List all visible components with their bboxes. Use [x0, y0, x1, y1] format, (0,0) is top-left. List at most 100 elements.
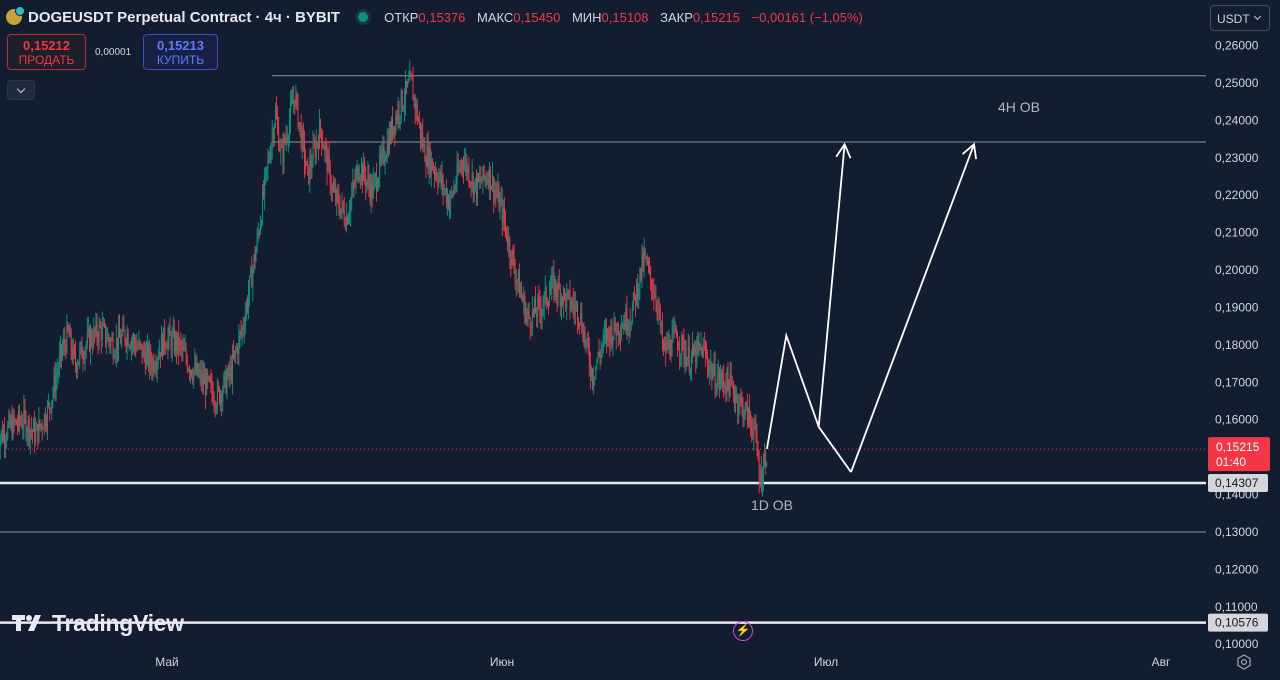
- candle: [480, 166, 482, 189]
- candle-body: [507, 238, 509, 247]
- price-chart[interactable]: 4H OB 1D OB 0,260000,250000,240000,230000…: [0, 0, 1280, 680]
- candle: [335, 178, 337, 207]
- candle-body: [314, 145, 316, 158]
- candle-body: [220, 393, 222, 403]
- candle: [438, 167, 440, 189]
- candle: [577, 300, 578, 335]
- candle-body: [749, 408, 750, 420]
- currency-select[interactable]: USDT: [1210, 5, 1270, 31]
- projection-arrow[interactable]: [766, 144, 846, 450]
- gear-icon[interactable]: [1236, 654, 1252, 670]
- candle-body: [150, 349, 152, 365]
- candle: [643, 237, 645, 278]
- candle: [536, 306, 538, 327]
- candle: [695, 340, 697, 374]
- candle-body: [691, 354, 692, 370]
- candle-body: [75, 353, 76, 365]
- candle-body: [385, 157, 387, 161]
- candle: [716, 363, 718, 396]
- candle-body: [728, 381, 730, 397]
- candle-body: [671, 333, 673, 357]
- candle: [38, 407, 40, 444]
- candle: [46, 414, 47, 433]
- candle-body: [420, 122, 421, 139]
- candle: [492, 162, 494, 193]
- candle-body: [757, 450, 759, 461]
- candle-body: [135, 344, 137, 351]
- annotation-label[interactable]: 1D OB: [751, 497, 793, 513]
- candle-body: [585, 340, 587, 344]
- candle-body: [86, 331, 88, 344]
- candle: [568, 289, 570, 301]
- candle: [477, 171, 478, 207]
- candle-body: [427, 146, 429, 170]
- dogecoin-icon: [6, 6, 25, 25]
- candle: [532, 308, 534, 318]
- buy-button[interactable]: 0,15213 КУПИТЬ: [143, 34, 218, 70]
- candle-body: [324, 145, 326, 151]
- candle-body: [140, 343, 142, 345]
- time-axis[interactable]: Май Июн Июл Авг: [155, 655, 1171, 669]
- candle-body: [353, 182, 355, 184]
- candle-body: [268, 159, 270, 161]
- candle-body: [206, 372, 208, 395]
- lightning-icon[interactable]: ⚡: [733, 621, 753, 641]
- candle-body: [710, 364, 712, 368]
- candle-body: [592, 369, 593, 384]
- candle-body: [243, 328, 245, 330]
- candle: [661, 312, 663, 352]
- candle-body: [299, 122, 301, 125]
- candle: [356, 160, 358, 181]
- candle-body: [205, 377, 206, 395]
- candle: [667, 332, 669, 351]
- candle: [87, 316, 89, 338]
- candle-body: [15, 420, 17, 425]
- candle: [247, 295, 248, 315]
- candle: [421, 123, 423, 149]
- candle: [134, 333, 136, 356]
- candle-body: [142, 347, 144, 358]
- candle: [468, 157, 470, 188]
- candle-body: [403, 102, 405, 108]
- candle-body: [496, 193, 498, 197]
- candle: [742, 397, 744, 428]
- candle: [694, 339, 696, 356]
- tradingview-logo[interactable]: TradingView: [12, 609, 184, 637]
- candle: [180, 332, 182, 357]
- y-tick-label: 0,10000: [1215, 637, 1259, 651]
- candle-body: [740, 397, 742, 400]
- candle-body: [429, 147, 431, 175]
- market-status-icon[interactable]: [358, 12, 369, 22]
- candle: [149, 339, 151, 380]
- candle-body: [89, 328, 90, 351]
- candle-body: [223, 375, 225, 391]
- candle-body: [456, 164, 458, 185]
- candle: [101, 311, 103, 347]
- candle-body: [199, 370, 201, 373]
- annotation-label[interactable]: 4H OB: [998, 99, 1040, 115]
- candle: [637, 274, 639, 309]
- candle-body: [605, 329, 606, 333]
- candle-body: [141, 343, 143, 358]
- candle: [219, 386, 220, 406]
- candle-body: [623, 322, 625, 329]
- candle-body: [689, 369, 691, 373]
- symbol-title[interactable]: DOGEUSDT Perpetual Contract · 4ч · BYBIT: [28, 9, 340, 26]
- candle-body: [112, 338, 114, 358]
- candle-body: [337, 190, 339, 196]
- candle: [85, 340, 87, 359]
- projection-arrow-alt[interactable]: [850, 143, 975, 473]
- candle-body: [166, 347, 168, 349]
- collapse-legend-button[interactable]: [7, 80, 35, 100]
- candle-body: [552, 273, 554, 277]
- candle-body: [169, 327, 171, 336]
- price-axis[interactable]: 0,26000 0,25000 0,24000 0,23000 0,22000 0,210…: [1208, 39, 1270, 652]
- candle-body: [415, 104, 417, 111]
- candle: [236, 343, 238, 354]
- sell-button[interactable]: 0,15212 ПРОДАТЬ: [7, 34, 86, 70]
- candle: [541, 308, 543, 330]
- candle: [525, 301, 527, 326]
- candle-body: [442, 176, 444, 191]
- candle-body: [281, 145, 283, 147]
- candle-body: [711, 364, 713, 379]
